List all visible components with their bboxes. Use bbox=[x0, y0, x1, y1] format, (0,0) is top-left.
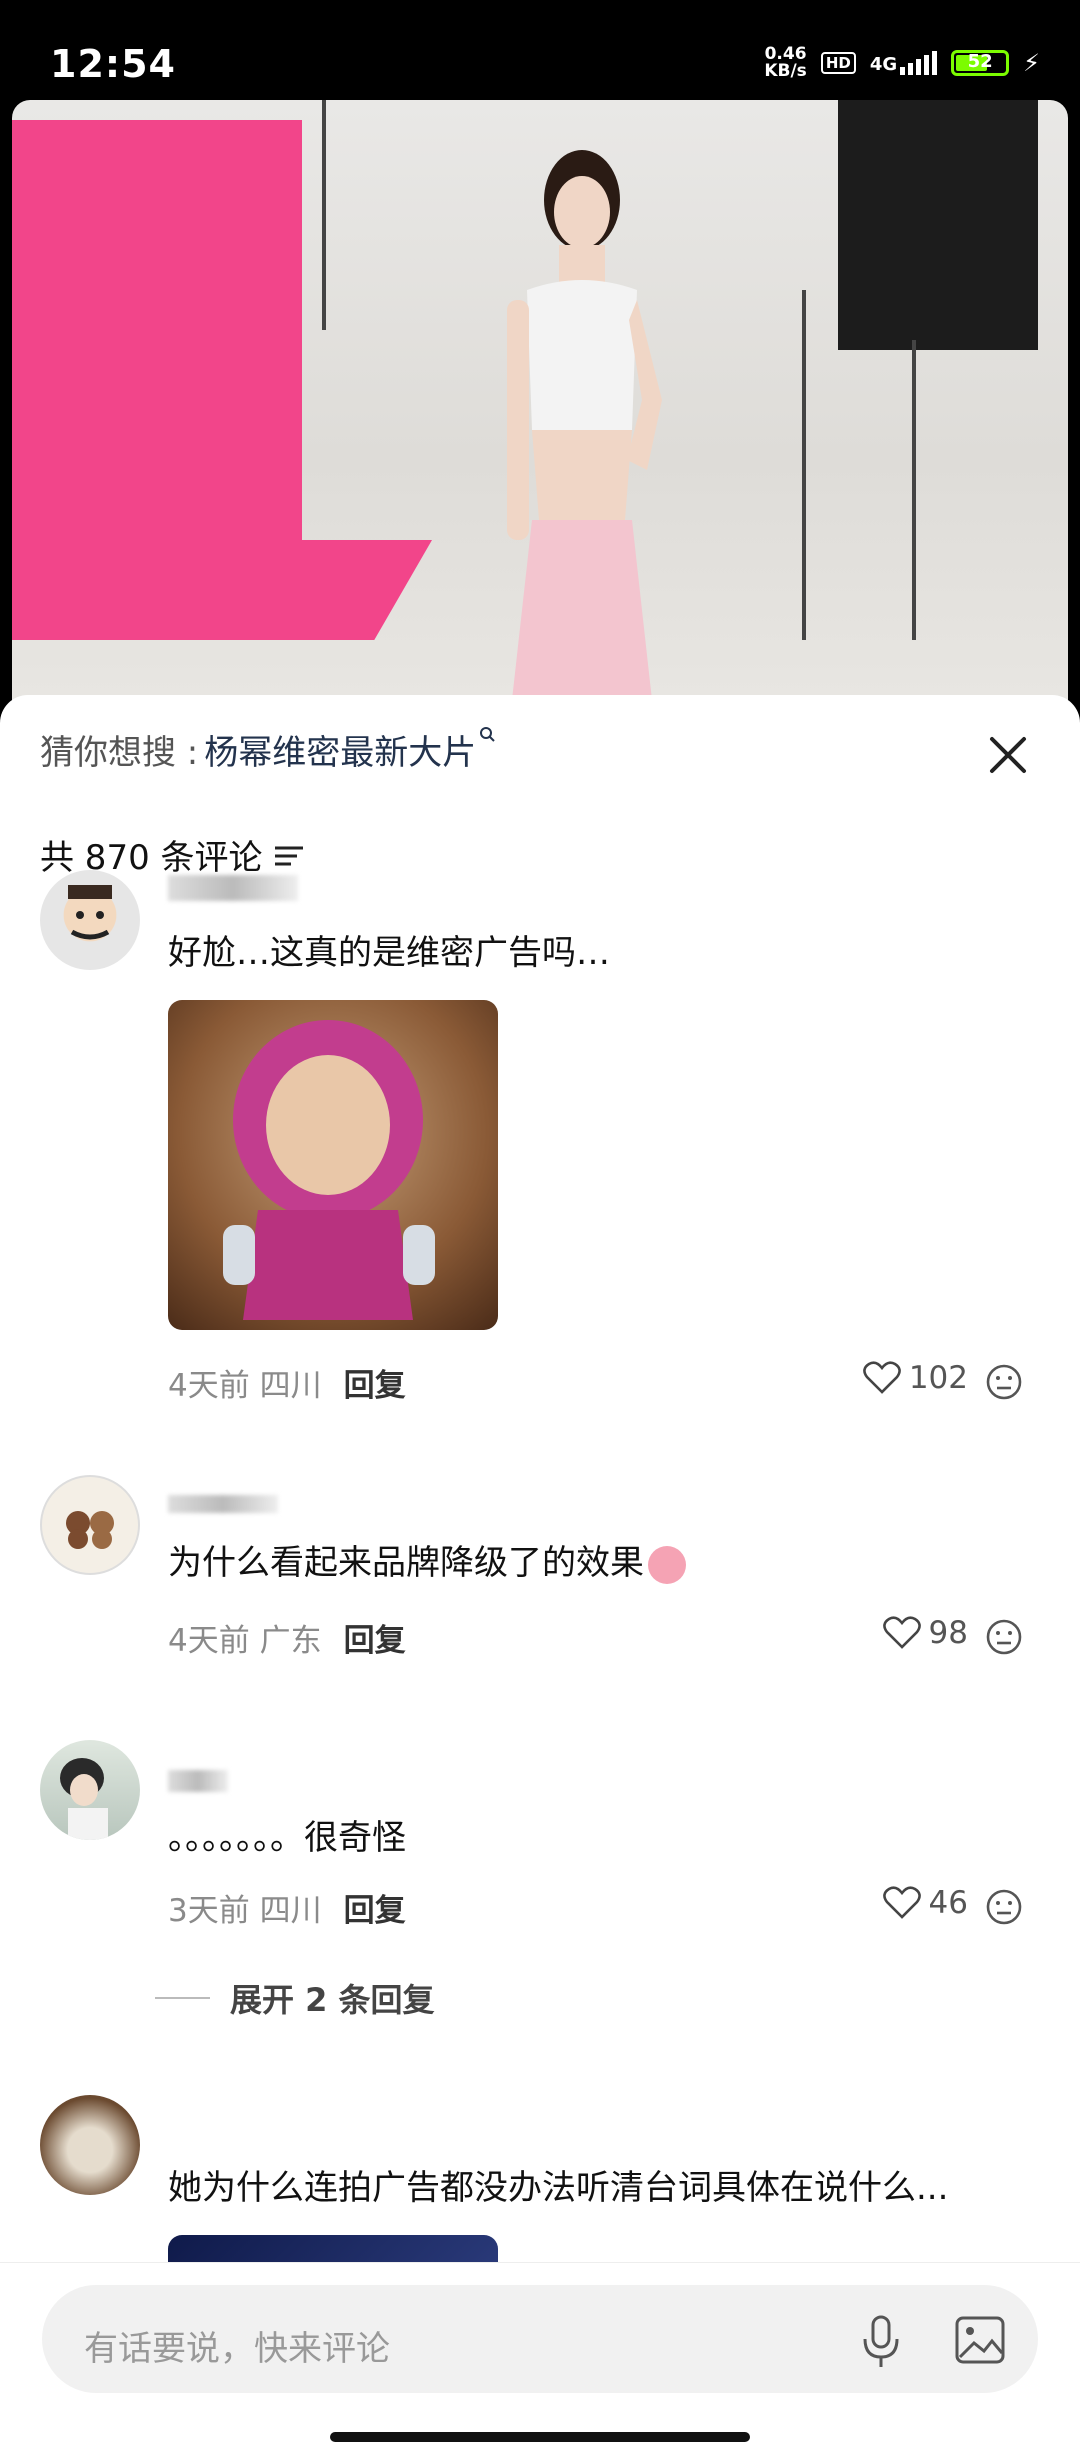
search-icon bbox=[480, 727, 495, 742]
suggested-search-term[interactable]: 杨幂维密最新大片 bbox=[204, 733, 476, 773]
clock: 12:54 bbox=[50, 42, 176, 86]
close-icon[interactable] bbox=[984, 731, 1032, 779]
avatar[interactable] bbox=[40, 870, 140, 970]
like-count: 102 bbox=[908, 1360, 968, 1396]
username-blurred[interactable] bbox=[168, 1770, 228, 1792]
image-picker-icon[interactable] bbox=[954, 2315, 1006, 2365]
black-backdrop bbox=[838, 100, 1038, 350]
home-indicator[interactable] bbox=[330, 2432, 750, 2442]
reply-button[interactable]: 回复 bbox=[344, 1623, 406, 1659]
heart-icon bbox=[882, 1886, 921, 1919]
heart-icon bbox=[862, 1361, 901, 1394]
comment-text: 。。。。。。。很奇怪 bbox=[168, 1818, 406, 1858]
expand-replies-button[interactable]: 展开 2 条回复 bbox=[155, 1975, 435, 2021]
like-button[interactable]: 46 bbox=[882, 1885, 968, 1921]
avatar[interactable] bbox=[40, 1740, 140, 1840]
comment-sheet: 猜你想搜 : 杨幂维密最新大片 共 870 条评论 好尬…这真的是维密广告吗… 4… bbox=[0, 695, 1080, 2460]
network-speed: 0.46 KB/s bbox=[764, 44, 807, 81]
model-figure bbox=[507, 150, 662, 700]
microphone-icon[interactable] bbox=[856, 2313, 906, 2369]
comment-text: 她为什么连拍广告都没办法听清台词具体在说什么... bbox=[168, 2168, 949, 2208]
username-blurred[interactable] bbox=[168, 875, 298, 901]
comment-text: 为什么看起来品牌降级了的效果 bbox=[168, 1535, 686, 1584]
like-count: 98 bbox=[928, 1615, 968, 1651]
sort-icon[interactable] bbox=[271, 840, 307, 870]
like-count: 46 bbox=[928, 1885, 968, 1921]
comment-input-bar: 有话要说，快来评论 bbox=[0, 2262, 1080, 2413]
emoji-reaction-icon[interactable] bbox=[984, 1887, 1024, 1927]
hd-icon: HD bbox=[820, 52, 856, 74]
video-preview[interactable] bbox=[12, 100, 1068, 700]
heart-icon bbox=[882, 1616, 921, 1649]
gesture-bar bbox=[0, 2412, 1080, 2460]
comment-image[interactable] bbox=[168, 1000, 498, 1330]
comment-meta: 3天前 四川 回复 bbox=[168, 1893, 406, 1929]
signal-icon: 4G bbox=[870, 51, 938, 75]
comment-meta: 4天前 广东 回复 bbox=[168, 1623, 406, 1659]
comment-text: 好尬…这真的是维密广告吗… bbox=[168, 933, 610, 973]
battery-icon: 52 bbox=[951, 50, 1010, 76]
status-icons: 0.46 KB/s HD 4G 52 ⚡ bbox=[764, 46, 1040, 80]
avatar[interactable] bbox=[40, 2095, 140, 2195]
username-blurred[interactable] bbox=[168, 1495, 278, 1513]
like-button[interactable]: 98 bbox=[882, 1615, 968, 1651]
like-button[interactable]: 102 bbox=[862, 1360, 968, 1396]
avatar[interactable] bbox=[40, 1475, 140, 1575]
reply-button[interactable]: 回复 bbox=[344, 1893, 406, 1929]
emoji-reaction-icon[interactable] bbox=[984, 1617, 1024, 1657]
comment-input[interactable]: 有话要说，快来评论 bbox=[42, 2285, 1038, 2393]
reply-button[interactable]: 回复 bbox=[344, 1368, 406, 1404]
crying-emoji-icon bbox=[648, 1545, 686, 1584]
emoji-reaction-icon[interactable] bbox=[984, 1362, 1024, 1402]
status-bar: 12:54 0.46 KB/s HD 4G 52 ⚡ bbox=[0, 0, 1080, 100]
comment-meta: 4天前 四川 回复 bbox=[168, 1368, 406, 1404]
search-suggestion[interactable]: 猜你想搜 : 杨幂维密最新大片 bbox=[40, 725, 498, 774]
charging-icon: ⚡ bbox=[1023, 49, 1040, 77]
